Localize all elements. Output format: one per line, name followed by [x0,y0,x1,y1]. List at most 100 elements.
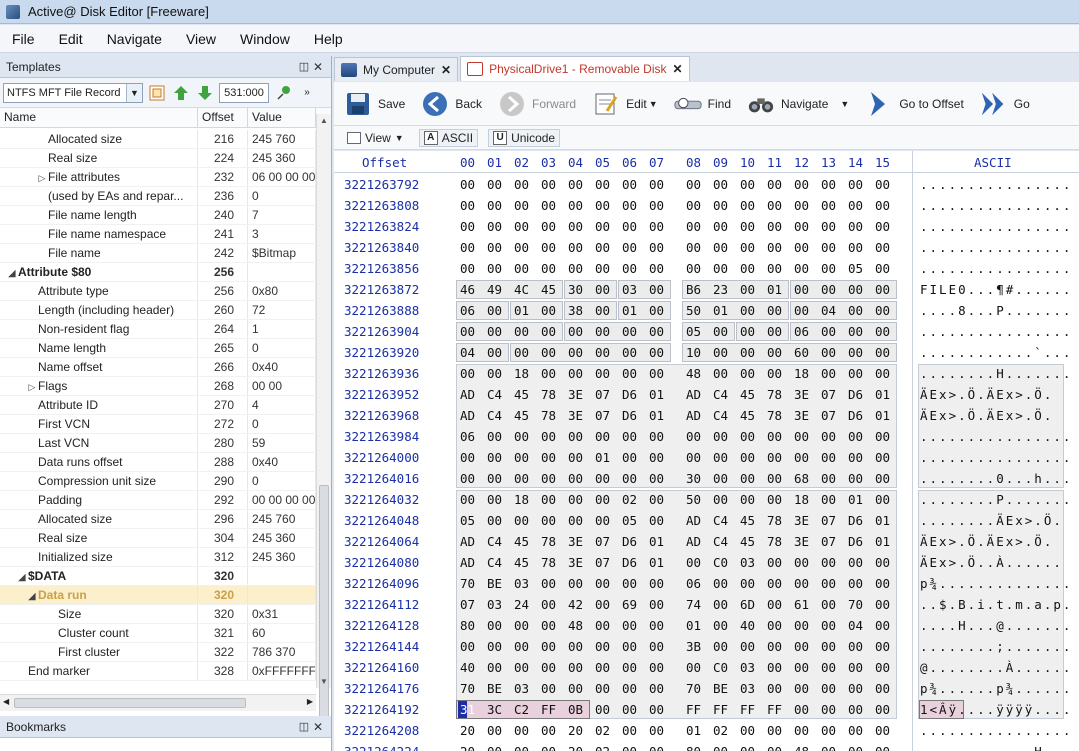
hex-byte[interactable]: 00 [794,219,809,234]
hex-byte[interactable]: 3C [487,702,502,717]
hex-byte[interactable]: 00 [767,492,782,507]
hex-byte[interactable]: 00 [622,471,637,486]
hex-byte[interactable]: D6 [622,408,637,423]
hex-byte[interactable]: 00 [875,618,890,633]
hex-byte[interactable]: BE [487,576,502,591]
hex-byte[interactable]: 00 [541,324,556,339]
hex-byte[interactable]: 01 [649,555,664,570]
row-offset[interactable]: 3221263968 [344,408,419,423]
hex-byte[interactable]: 00 [649,261,664,276]
menu-file[interactable]: File [0,31,47,47]
hex-byte[interactable]: C4 [487,408,502,423]
row-offset[interactable]: 3221263888 [344,303,419,318]
view-button[interactable]: View ▼ [342,129,409,147]
hex-byte[interactable]: BE [713,681,728,696]
hex-byte[interactable]: 00 [595,282,610,297]
hex-byte[interactable]: 00 [514,618,529,633]
row-offset[interactable]: 3221263792 [344,177,419,192]
hex-byte[interactable]: 00 [487,366,502,381]
hex-byte[interactable]: 00 [541,513,556,528]
hex-byte[interactable]: 00 [514,261,529,276]
hex-byte[interactable]: 00 [595,576,610,591]
hex-byte[interactable]: 00 [541,219,556,234]
hex-byte[interactable]: 00 [649,660,664,675]
hex-byte[interactable]: 00 [541,345,556,360]
hex-byte[interactable]: 00 [848,702,863,717]
hex-byte[interactable]: 00 [595,366,610,381]
tree-row-value[interactable]: 1 [248,320,316,338]
hex-byte[interactable]: AD [460,408,475,423]
hex-byte[interactable]: 70 [686,681,701,696]
hex-byte[interactable]: 00 [649,240,664,255]
row-offset[interactable]: 3221263824 [344,219,419,234]
hex-byte[interactable]: 70 [460,576,475,591]
hex-byte[interactable]: 00 [794,261,809,276]
hex-byte[interactable]: 00 [767,429,782,444]
hex-byte[interactable]: 68 [794,471,809,486]
hex-byte[interactable]: 00 [622,240,637,255]
hex-byte[interactable]: 00 [740,450,755,465]
tree-row-value[interactable]: 7 [248,206,316,224]
ascii-text[interactable]: ................ [920,198,1072,213]
ascii-text[interactable]: @........À...... [920,660,1072,675]
ascii-text[interactable]: ÄEx>.Ö.ÄEx>.Ö. [920,408,1053,423]
hex-byte[interactable]: 00 [821,471,836,486]
hex-byte[interactable]: 00 [649,303,664,318]
close-icon[interactable]: ✕ [311,720,325,734]
hex-byte[interactable]: 00 [514,198,529,213]
hex-byte[interactable]: C4 [713,408,728,423]
hex-byte[interactable]: C4 [487,534,502,549]
hex-byte[interactable]: 50 [686,492,701,507]
hex-byte[interactable]: 60 [794,345,809,360]
hex-byte[interactable]: 00 [821,576,836,591]
hex-byte[interactable]: 00 [875,492,890,507]
tree-row-value[interactable]: 0 [248,415,316,433]
hex-byte[interactable]: 00 [487,660,502,675]
hex-byte[interactable]: 00 [595,660,610,675]
hex-byte[interactable]: 00 [541,303,556,318]
hex-byte[interactable]: 42 [568,597,583,612]
hex-byte[interactable]: 78 [541,555,556,570]
hex-byte[interactable]: 00 [487,723,502,738]
hex-byte[interactable]: 00 [875,219,890,234]
hex-byte[interactable]: 00 [767,681,782,696]
hex-byte[interactable]: 00 [740,177,755,192]
hex-byte[interactable]: 10 [686,345,701,360]
hex-byte[interactable]: 78 [767,513,782,528]
hex-byte[interactable]: 00 [686,555,701,570]
hex-byte[interactable]: 07 [460,597,475,612]
hex-byte[interactable]: 00 [649,744,664,751]
ascii-text[interactable]: ................ [920,219,1072,234]
hex-byte[interactable]: 00 [487,744,502,751]
hex-byte[interactable]: 00 [794,723,809,738]
hex-byte[interactable]: 00 [595,198,610,213]
ascii-text[interactable]: ÄEx>.Ö.ÄEx>.Ö. [920,387,1053,402]
hex-byte[interactable]: 00 [622,744,637,751]
row-offset[interactable]: 3221264144 [344,639,419,654]
hex-byte[interactable]: 00 [821,555,836,570]
hex-byte[interactable]: 20 [568,744,583,751]
row-offset[interactable]: 3221264096 [344,576,419,591]
hex-byte[interactable]: B6 [686,282,701,297]
chevron-down-icon[interactable]: ▼ [840,99,849,109]
hex-byte[interactable]: 00 [541,660,556,675]
menu-view[interactable]: View [174,31,228,47]
hex-byte[interactable]: 00 [821,198,836,213]
hex-byte[interactable]: 00 [848,744,863,751]
column-offset[interactable]: Offset [198,108,248,127]
hex-byte[interactable]: 00 [595,471,610,486]
hex-byte[interactable]: 07 [595,387,610,402]
hex-byte[interactable]: 00 [487,219,502,234]
hex-byte[interactable]: 00 [767,261,782,276]
hex-byte[interactable]: 00 [848,660,863,675]
hex-byte[interactable]: 45 [740,387,755,402]
hex-byte[interactable]: 30 [686,471,701,486]
hex-byte[interactable]: 00 [848,219,863,234]
pin-icon[interactable]: ◫ [297,60,311,73]
ascii-text[interactable]: ................ [920,261,1072,276]
hex-byte[interactable]: 00 [649,324,664,339]
ascii-text[interactable]: ....H...@....... [920,618,1072,633]
hex-byte[interactable]: 00 [740,345,755,360]
hex-byte[interactable]: 00 [848,198,863,213]
hex-byte[interactable]: 00 [821,261,836,276]
